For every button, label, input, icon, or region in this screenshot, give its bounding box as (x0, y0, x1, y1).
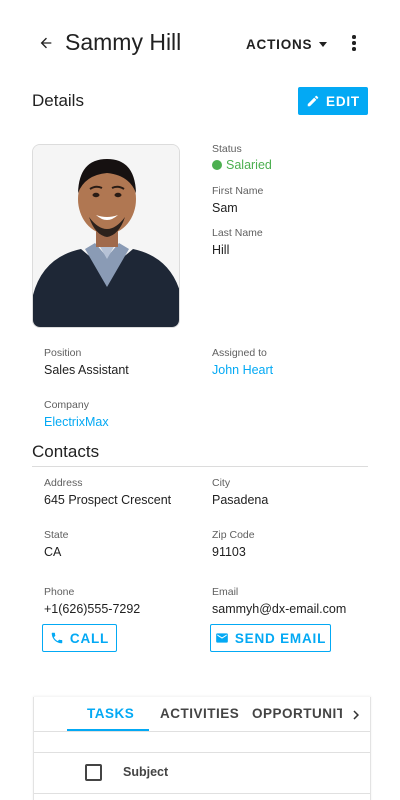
caret-down-icon (319, 41, 328, 47)
more-vertical-icon (352, 35, 356, 39)
assigned-to-label: Assigned to (212, 347, 267, 359)
tabs-scroll-next-button[interactable] (342, 701, 370, 729)
details-section-title: Details (32, 91, 84, 110)
address-label: Address (44, 477, 83, 489)
contact-photo (32, 144, 180, 328)
first-name-value: Sam (212, 201, 238, 215)
send-email-button[interactable]: SEND EMAIL (210, 624, 331, 652)
grid-header-top-border (34, 752, 370, 753)
active-tab-indicator (67, 729, 149, 731)
phone-value: +1(626)555-7292 (44, 602, 141, 616)
tab-bar: TASKS ACTIVITIES OPPORTUNITIES (34, 697, 370, 732)
company-link[interactable]: ElectrixMax (44, 415, 109, 429)
position-label: Position (44, 347, 82, 359)
actions-label: ACTIONS (246, 36, 313, 52)
last-name-label: Last Name (212, 227, 263, 239)
pencil-icon (307, 95, 319, 107)
arrow-left-icon (40, 37, 52, 49)
status-value: Salaried (212, 158, 272, 172)
state-value: CA (44, 545, 62, 559)
tab-activities[interactable]: ACTIVITIES (160, 706, 239, 721)
zip-label: Zip Code (212, 529, 255, 541)
status-label: Status (212, 143, 242, 155)
page-title: Sammy Hill (65, 29, 182, 55)
status-indicator (212, 160, 222, 170)
email-label: Email (212, 586, 239, 598)
contacts-section-title: Contacts (32, 442, 100, 461)
actions-dropdown-button[interactable]: ACTIONS (246, 33, 328, 55)
related-tabs-panel: TASKS ACTIVITIES OPPORTUNITIES Subject (33, 697, 371, 800)
email-value: sammyh@dx-email.com (212, 602, 347, 616)
first-name-label: First Name (212, 185, 264, 197)
send-email-label: SEND EMAIL (234, 630, 327, 646)
assigned-to-link[interactable]: John Heart (212, 363, 273, 377)
edit-button[interactable]: EDIT (298, 87, 368, 115)
city-label: City (212, 477, 231, 489)
call-button[interactable]: CALL (42, 624, 117, 652)
grid-header-bottom-border (34, 793, 370, 794)
back-button[interactable] (34, 31, 58, 55)
tab-tasks[interactable]: TASKS (87, 706, 134, 721)
last-name-value: Hill (212, 243, 230, 257)
select-all-checkbox[interactable] (85, 764, 102, 781)
state-label: State (44, 529, 69, 541)
zip-value: 91103 (212, 545, 246, 559)
company-label: Company (44, 399, 89, 411)
subject-column-header[interactable]: Subject (123, 765, 168, 779)
address-value: 645 Prospect Crescent (44, 493, 172, 507)
mail-icon (216, 633, 228, 643)
chevron-right-icon (353, 710, 359, 720)
position-value: Sales Assistant (44, 363, 129, 377)
contacts-divider (32, 466, 368, 467)
phone-label: Phone (44, 586, 75, 598)
edit-label: EDIT (326, 93, 360, 109)
more-options-button[interactable] (344, 31, 364, 55)
phone-icon (51, 632, 63, 644)
page-header: Sammy Hill ACTIONS (0, 0, 400, 86)
call-label: CALL (69, 630, 110, 646)
city-value: Pasadena (212, 493, 269, 507)
status-text: Salaried (226, 158, 272, 172)
